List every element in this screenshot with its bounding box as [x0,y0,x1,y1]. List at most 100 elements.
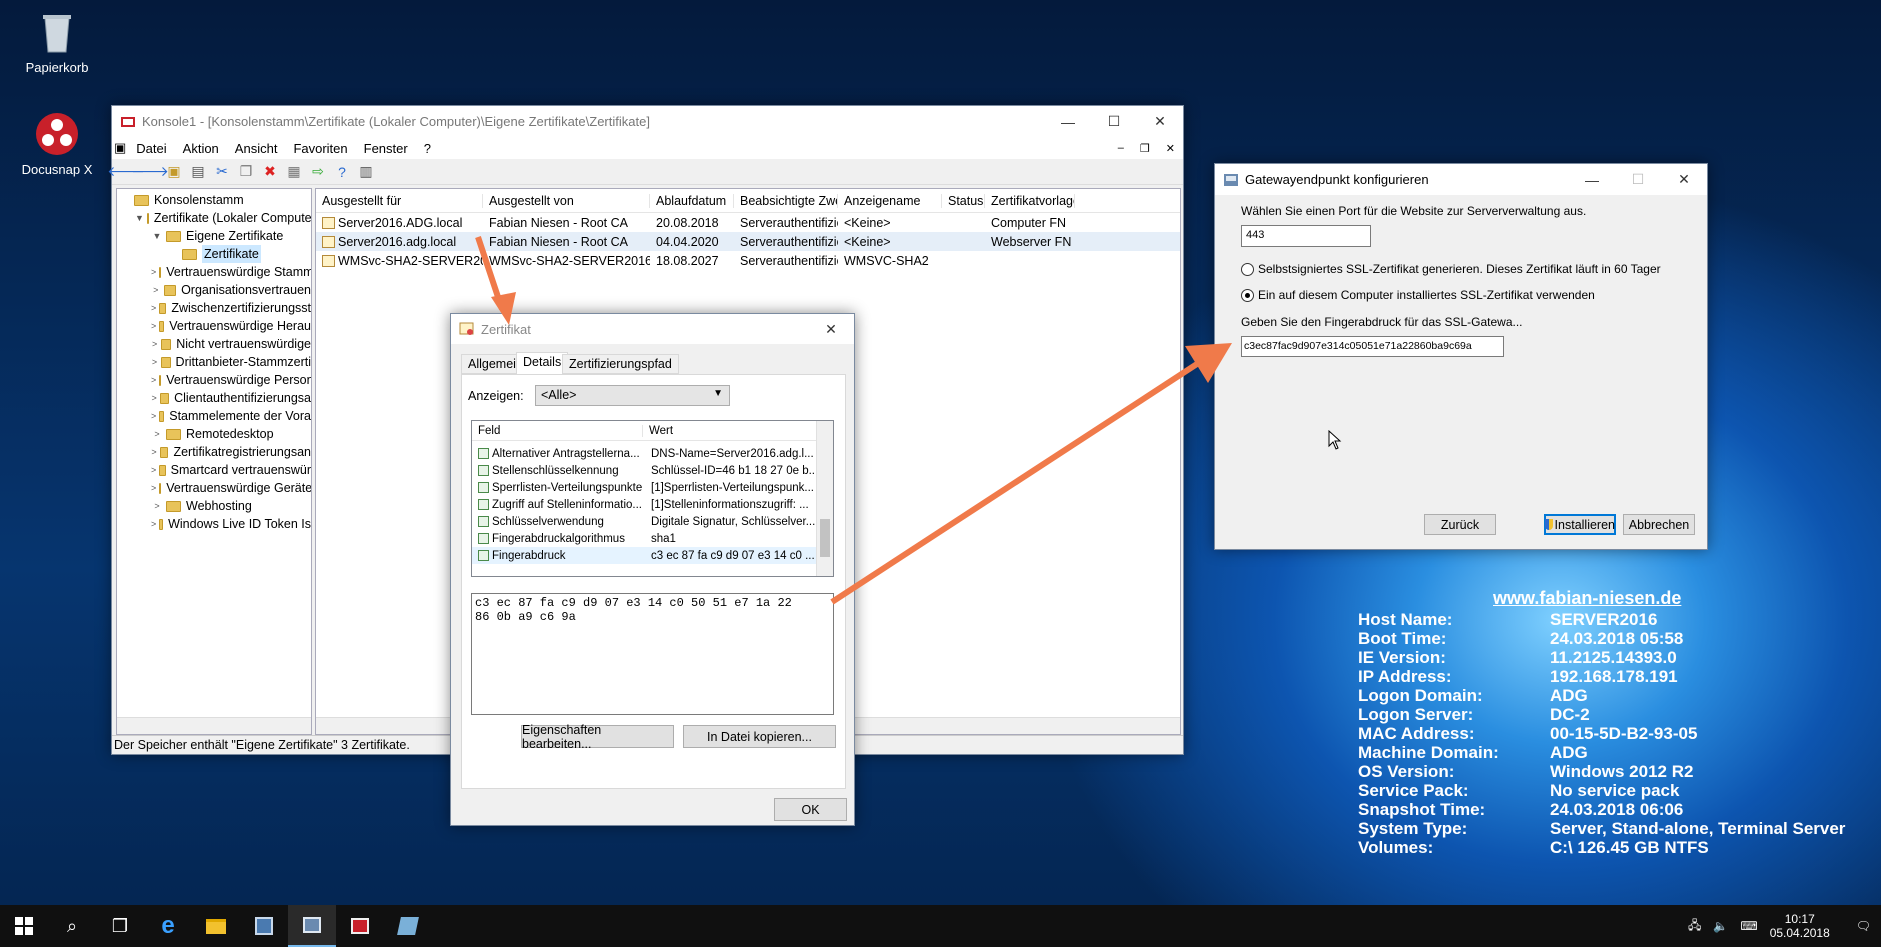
clock[interactable]: 10:17 05.04.2018 [1770,912,1830,940]
child-restore-button[interactable]: ❐ [1132,142,1158,155]
tree-item[interactable]: Zertifikate [117,245,311,263]
file-explorer-icon[interactable] [192,905,240,947]
close-button[interactable]: ✕ [1137,106,1183,137]
chevron-right-icon[interactable]: > [151,389,157,407]
column-header[interactable]: Status [942,193,985,208]
notification-icon[interactable]: 🗨 [1856,919,1871,933]
child-close-button[interactable]: ✕ [1158,142,1183,155]
cert-titlebar[interactable]: Zertifikat ✕ [451,314,854,344]
tree-item[interactable]: ▼ Zertifikate (Lokaler Compute [117,209,311,227]
network-icon[interactable]: 🖧 [1688,916,1701,937]
app-taskbar-icon[interactable] [384,905,432,947]
tree-item[interactable]: > Webhosting [117,497,311,515]
cert-close-button[interactable]: ✕ [808,314,854,345]
column-header[interactable]: Zertifikatvorlage [985,193,1075,208]
console-menu-icon[interactable]: ▣ [112,140,128,156]
tree-item[interactable]: > Smartcard vertrauenswür [117,461,311,479]
grid-header-field[interactable]: Feld [472,424,643,437]
mmc-view-icon[interactable]: ▥ [356,162,376,182]
start-button[interactable] [0,905,48,947]
internet-explorer-icon[interactable]: e [144,905,192,947]
tree-item[interactable]: > Zwischenzertifizierungsst [117,299,311,317]
child-minimize-button[interactable]: – [1110,142,1132,154]
tree-item[interactable]: > Stammelemente der Vora [117,407,311,425]
menu-help[interactable]: ? [416,141,439,156]
grid-row[interactable]: Schlüsselverwendung Digitale Signatur, Sc… [472,513,833,530]
grid-row[interactable]: Fingerabdruckalgorithmus sha1 [472,530,833,547]
chevron-right-icon[interactable]: > [151,497,163,515]
chevron-right-icon[interactable]: > [151,515,156,533]
docusnap-icon[interactable]: Docusnap X [9,110,105,177]
column-header[interactable]: Anzeigename [838,193,942,208]
detail-textbox[interactable]: c3 ec 87 fa c9 d9 07 e3 14 c0 50 51 e7 1… [471,593,834,715]
menu-fenster[interactable]: Fenster [356,141,416,156]
radio-self-signed[interactable]: Selbstsigniertes SSL-Zertifikat generier… [1241,262,1661,277]
back-button[interactable]: Zurück [1424,514,1496,535]
menu-favoriten[interactable]: Favoriten [285,141,355,156]
menu-aktion[interactable]: Aktion [175,141,227,156]
table-row[interactable]: Server2016.ADG.local Fabian Niesen - Root… [316,213,1180,232]
chevron-right-icon[interactable]: > [151,443,157,461]
gateway-maximize-button[interactable]: ☐ [1615,164,1661,195]
chevron-right-icon[interactable]: > [151,425,163,443]
server-manager-icon[interactable] [240,905,288,947]
chevron-right-icon[interactable]: > [151,479,156,497]
delete-icon[interactable]: ✖ [260,162,280,182]
mmc-titlebar[interactable]: Konsole1 - [Konsolenstamm\Zertifikate (L… [112,106,1183,137]
search-icon[interactable]: ⌕ [48,905,96,947]
chevron-right-icon[interactable]: > [151,335,158,353]
radio-self-signed-circle[interactable] [1241,263,1254,277]
volume-icon[interactable]: 🔈 [1713,919,1728,933]
copy-icon[interactable]: ❐ [236,162,256,182]
grid-vscrollbar[interactable] [816,421,833,576]
tree-item[interactable]: > Remotedesktop [117,425,311,443]
column-header[interactable]: Ausgestellt von [483,193,650,208]
table-row[interactable]: Server2016.adg.local Fabian Niesen - Root… [316,232,1180,251]
chevron-right-icon[interactable]: > [151,371,156,389]
grid-scroll-thumb[interactable] [820,519,830,557]
chevron-down-icon[interactable]: ▼ [151,227,163,245]
table-row[interactable]: WMSvc-SHA2-SERVER2016 WMSvc-SHA2-SERVER20… [316,251,1180,270]
copy-to-file-button[interactable]: In Datei kopieren... [683,725,836,748]
chevron-down-icon[interactable]: ▼ [135,209,144,227]
grid-row[interactable]: Fingerabdruck c3 ec 87 fa c9 d9 07 e3 14 … [472,547,833,564]
chevron-right-icon[interactable]: > [151,461,156,479]
gateway-titlebar[interactable]: Gatewayendpunkt konfigurieren — ☐ ✕ [1215,164,1707,195]
column-header[interactable]: Beabsichtigte Zwec... [734,193,838,208]
cut-icon[interactable]: ✂ [212,162,232,182]
radio-installed-cert[interactable]: Ein auf diesem Computer installiertes SS… [1241,288,1595,303]
tree-hscrollbar[interactable] [117,717,311,734]
column-header[interactable]: Ablaufdatum [650,193,734,208]
menu-ansicht[interactable]: Ansicht [227,141,286,156]
chevron-right-icon[interactable]: > [151,317,156,335]
certificate-tool-icon[interactable] [336,905,384,947]
gateway-close-button[interactable]: ✕ [1661,164,1707,195]
port-input[interactable]: 443 [1241,225,1371,247]
chevron-right-icon[interactable]: > [151,353,158,371]
tree-item[interactable]: > Clientauthentifizierungsa [117,389,311,407]
chevron-right-icon[interactable]: > [151,281,161,299]
forward-icon[interactable]: 🡒 [131,162,169,182]
tree-item[interactable]: > Zertifikatregistrierungsan [117,443,311,461]
tree-item[interactable]: > Nicht vertrauenswürdige [117,335,311,353]
maximize-button[interactable]: ☐ [1091,106,1137,137]
install-button[interactable]: Installieren [1544,514,1616,535]
column-header[interactable]: Ausgestellt für [316,193,483,208]
cancel-button[interactable]: Abbrechen [1623,514,1695,535]
grid-row[interactable]: Alternativer Antragstellerna... DNS-Name=… [472,445,833,462]
thumbprint-input[interactable]: c3ec87fac9d907e314c05051e71a22860ba9c69a [1241,336,1504,357]
grid-row[interactable]: Zugriff auf Stelleninformatio... [1]Stell… [472,496,833,513]
gateway-minimize-button[interactable]: — [1569,164,1615,195]
tree-item[interactable]: ▼ Eigene Zertifikate [117,227,311,245]
language-icon[interactable]: ⌨ [1740,919,1757,933]
grid-header-value[interactable]: Wert [643,425,673,437]
menu-datei[interactable]: Datei [128,141,174,156]
tab-details[interactable]: Details [516,352,569,374]
radio-installed-cert-circle[interactable] [1241,289,1254,303]
ok-button[interactable]: OK [774,798,847,821]
chevron-right-icon[interactable]: > [151,299,156,317]
tree-item[interactable]: > Windows Live ID Token Is [117,515,311,533]
tree-item[interactable]: Konsolenstamm [117,191,311,209]
edit-properties-button[interactable]: Eigenschaften bearbeiten... [521,723,674,751]
tree-item[interactable]: > Drittanbieter-Stammzerti [117,353,311,371]
